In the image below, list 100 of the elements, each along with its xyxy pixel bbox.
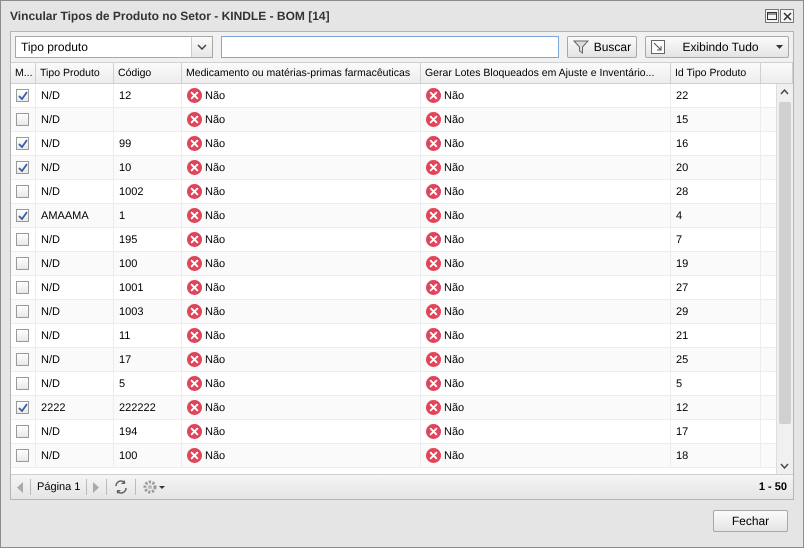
filter-dropdown[interactable]: Tipo produto	[15, 36, 214, 58]
table-cell: Não	[205, 306, 226, 318]
search-button[interactable]: Buscar	[566, 36, 638, 58]
row-checkbox[interactable]	[16, 233, 29, 246]
page-label: Página 1	[37, 481, 80, 493]
table-cell: 99	[119, 138, 132, 150]
table-cell: Não	[205, 330, 226, 342]
table-cell: Não	[205, 426, 226, 438]
table-cell: 195	[119, 234, 138, 246]
column-header[interactable]: M...	[11, 63, 36, 83]
row-checkbox[interactable]	[16, 137, 29, 150]
previous-page-icon[interactable]	[17, 482, 24, 492]
table-cell: Não	[444, 450, 464, 462]
column-header[interactable]: Medicamento ou matérias-primas farmacêuticas	[182, 63, 421, 83]
view-filter-button[interactable]: Exibindo Tudo	[645, 36, 789, 58]
row-checkbox[interactable]	[16, 185, 29, 198]
table-cell: Não	[444, 282, 464, 294]
row-checkbox[interactable]	[16, 89, 29, 102]
table-cell: N/D	[41, 282, 60, 294]
scroll-down-icon[interactable]	[780, 463, 789, 469]
table-cell: 25	[676, 354, 688, 366]
row-checkbox[interactable]	[16, 113, 29, 126]
table-cell: Não	[444, 114, 464, 126]
x-icon	[187, 304, 202, 319]
x-icon	[426, 88, 441, 103]
table-cell: 12	[676, 402, 688, 414]
table-cell: 17	[676, 426, 688, 438]
table-cell: 10	[119, 162, 132, 174]
table-cell: 15	[676, 114, 688, 126]
table-cell: 194	[119, 426, 138, 438]
table-cell: 1002	[119, 186, 144, 198]
table-cell: Não	[444, 354, 464, 366]
table-cell: N/D	[41, 114, 60, 126]
column-header[interactable]: Tipo Produto	[36, 63, 114, 83]
row-checkbox[interactable]	[16, 329, 29, 342]
x-icon	[426, 136, 441, 151]
table-cell: N/D	[41, 162, 60, 174]
table-cell: 12	[119, 90, 132, 102]
table-cell: N/D	[41, 354, 60, 366]
table-cell: N/D	[41, 234, 60, 246]
table-cell: Não	[444, 162, 464, 174]
x-icon	[426, 352, 441, 367]
x-icon	[426, 232, 441, 247]
table-cell: Não	[205, 162, 226, 174]
table-cell: 1003	[119, 306, 144, 318]
x-icon	[426, 328, 441, 343]
table-cell: N/D	[41, 378, 60, 390]
row-checkbox[interactable]	[16, 209, 29, 222]
next-page-icon[interactable]	[93, 482, 100, 492]
table-cell: 5	[676, 378, 682, 390]
table-cell: 16	[676, 138, 688, 150]
search-field[interactable]	[221, 36, 559, 58]
gear-icon[interactable]	[142, 479, 166, 495]
table-cell: 7	[676, 234, 682, 246]
close-dialog-button[interactable]: Fechar	[713, 510, 788, 532]
table-cell: N/D	[41, 90, 60, 102]
table-cell: N/D	[41, 426, 60, 438]
column-header[interactable]: Código	[114, 63, 182, 83]
record-range: 1 - 50	[758, 481, 787, 493]
table-cell: Não	[205, 378, 226, 390]
x-icon	[187, 112, 202, 127]
x-icon	[187, 160, 202, 175]
x-icon	[426, 400, 441, 415]
x-icon	[187, 400, 202, 415]
x-icon	[187, 88, 202, 103]
table-cell: 20	[676, 162, 688, 174]
column-header[interactable]: Id Tipo Produto	[671, 63, 761, 83]
row-checkbox[interactable]	[16, 401, 29, 414]
chevron-down-icon[interactable]	[197, 44, 208, 50]
row-checkbox[interactable]	[16, 425, 29, 438]
scroll-up-icon[interactable]	[780, 89, 789, 95]
table-cell: N/D	[41, 258, 60, 270]
row-checkbox[interactable]	[16, 161, 29, 174]
table-cell: 11	[119, 330, 130, 342]
row-checkbox[interactable]	[16, 377, 29, 390]
table-cell: Não	[444, 426, 464, 438]
table-cell: 1	[119, 210, 126, 222]
row-checkbox[interactable]	[16, 449, 29, 462]
scrollbar[interactable]	[776, 84, 793, 474]
x-icon	[426, 448, 441, 463]
table-cell: 1001	[119, 282, 144, 294]
maximize-button[interactable]	[765, 9, 779, 23]
x-icon	[426, 112, 441, 127]
row-checkbox[interactable]	[16, 305, 29, 318]
x-icon	[187, 232, 202, 247]
table-cell: Não	[205, 234, 226, 246]
refresh-icon[interactable]	[113, 479, 130, 495]
column-header[interactable]: Gerar Lotes Bloqueados em Ajuste e Inventário...	[421, 63, 671, 83]
table-cell: 29	[676, 306, 688, 318]
x-icon	[187, 136, 202, 151]
close-button[interactable]	[780, 9, 794, 23]
table-cell: N/D	[41, 306, 60, 318]
row-checkbox[interactable]	[16, 353, 29, 366]
x-icon	[187, 328, 202, 343]
row-checkbox[interactable]	[16, 257, 29, 270]
table-cell: Não	[205, 450, 226, 462]
table-cell: Não	[205, 186, 226, 198]
table-cell: 18	[676, 450, 688, 462]
table-cell: 28	[676, 186, 688, 198]
row-checkbox[interactable]	[16, 281, 29, 294]
